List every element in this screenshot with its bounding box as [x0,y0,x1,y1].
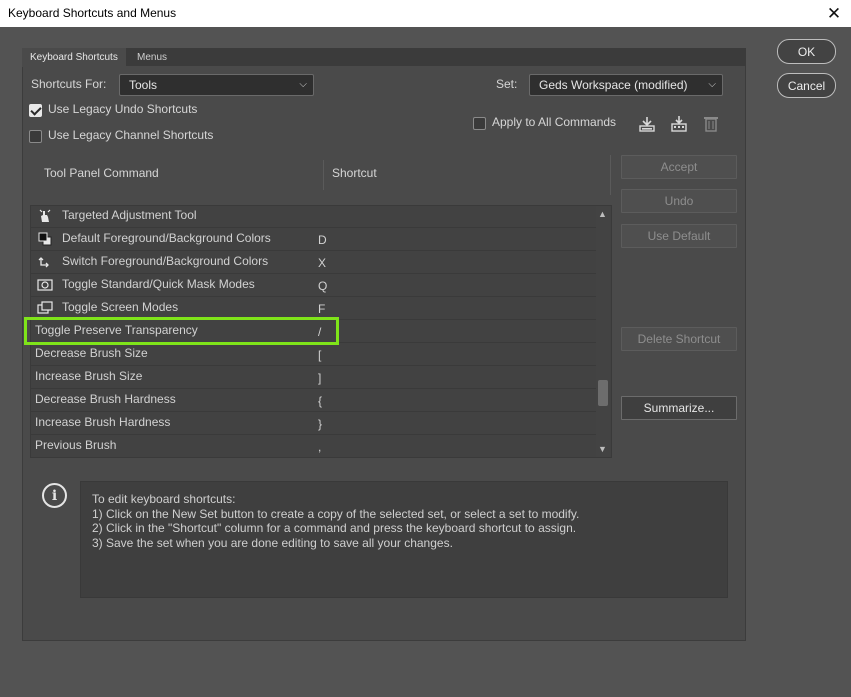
set-value: Geds Workspace (modified) [539,78,688,92]
delete-shortcut-button[interactable]: Delete Shortcut [621,327,737,351]
close-icon[interactable]: ✕ [817,0,851,27]
table-row[interactable]: Increase Brush Size ] [31,366,597,389]
scrollbar-thumb[interactable] [598,380,608,406]
shortcuts-for-select[interactable]: Tools ⌵ [119,74,314,96]
command-name: Increase Brush Hardness [35,415,171,429]
command-name: Toggle Standard/Quick Mask Modes [62,277,255,291]
table-row[interactable]: Toggle Standard/Quick Mask Modes Q [31,274,597,297]
command-name: Decrease Brush Hardness [35,392,176,406]
save-set-icon[interactable] [637,114,657,134]
shortcuts-for-label: Shortcuts For: [31,77,107,91]
hand-adjust-icon [37,208,53,224]
info-line: To edit keyboard shortcuts: [92,492,236,506]
shortcut-value[interactable]: Q [318,279,327,293]
table-row[interactable]: Targeted Adjustment Tool [31,206,597,228]
new-set-icon[interactable] [669,114,689,134]
tab-menus[interactable]: Menus [129,48,175,67]
set-label: Set: [496,77,518,91]
shortcut-value[interactable]: ] [318,371,321,385]
command-name: Targeted Adjustment Tool [62,208,197,222]
header-divider [610,155,611,195]
legacy-channel-checkbox[interactable] [29,130,42,143]
command-name: Increase Brush Size [35,369,143,383]
legacy-undo-checkbox[interactable] [29,104,42,117]
shortcuts-for-value: Tools [129,78,158,92]
chevron-down-icon[interactable]: ▼ [598,444,607,454]
command-name: Switch Foreground/Background Colors [62,254,269,268]
chevron-down-icon: ⌵ [708,79,716,90]
table-row[interactable]: Increase Brush Hardness } [31,412,597,435]
chevron-down-icon: ⌵ [299,79,307,90]
screen-mode-icon [37,300,53,316]
table-row[interactable]: Decrease Brush Size [ [31,343,597,366]
selection-highlight [24,317,339,345]
table-row[interactable]: Default Foreground/Background Colors D [31,228,597,251]
command-name: Default Foreground/Background Colors [62,231,271,245]
shortcut-value[interactable]: X [318,256,326,270]
apply-all-checkbox[interactable] [473,117,486,130]
legacy-undo-label: Use Legacy Undo Shortcuts [48,102,198,116]
shortcut-value[interactable]: , [318,440,321,454]
table-row[interactable]: Decrease Brush Hardness { [31,389,597,412]
default-colors-icon [37,231,53,247]
shortcut-value[interactable]: D [318,233,327,247]
accept-button[interactable]: Accept [621,155,737,179]
trash-icon[interactable] [701,114,721,134]
command-name: Toggle Screen Modes [62,300,179,314]
quick-mask-icon [37,277,53,293]
swap-colors-icon [37,254,53,270]
column-header-shortcut[interactable]: Shortcut [332,166,377,180]
apply-all-label: Apply to All Commands [492,115,617,129]
column-header-command[interactable]: Tool Panel Command [44,166,159,180]
info-line: 3) Save the set when you are done editin… [92,536,453,550]
title-bar: Keyboard Shortcuts and Menus ✕ [0,0,851,27]
ok-button[interactable]: OK [777,39,836,64]
shortcut-value[interactable]: } [318,417,322,431]
cancel-button[interactable]: Cancel [777,73,836,98]
set-select[interactable]: Geds Workspace (modified) ⌵ [529,74,723,96]
command-name: Decrease Brush Size [35,346,148,360]
tab-keyboard-shortcuts[interactable]: Keyboard Shortcuts [22,48,126,67]
command-name: Previous Brush [35,438,117,452]
shortcut-value[interactable]: [ [318,348,321,362]
summarize-button[interactable]: Summarize... [621,396,737,420]
legacy-channel-label: Use Legacy Channel Shortcuts [48,128,214,142]
window-title: Keyboard Shortcuts and Menus [8,6,177,20]
undo-button[interactable]: Undo [621,189,737,213]
use-default-button[interactable]: Use Default [621,224,737,248]
info-line: 2) Click in the "Shortcut" column for a … [92,521,577,535]
shortcut-value[interactable]: { [318,394,322,408]
chevron-up-icon[interactable]: ▲ [598,209,607,219]
info-icon: i [42,483,67,508]
table-row[interactable]: Switch Foreground/Background Colors X [31,251,597,274]
table-scrollbar[interactable]: ▲ ▼ [596,206,610,457]
table-row[interactable]: Previous Brush , [31,435,597,457]
info-line: 1) Click on the New Set button to create… [92,507,580,521]
shortcut-value[interactable]: F [318,302,325,316]
column-divider [323,160,324,190]
